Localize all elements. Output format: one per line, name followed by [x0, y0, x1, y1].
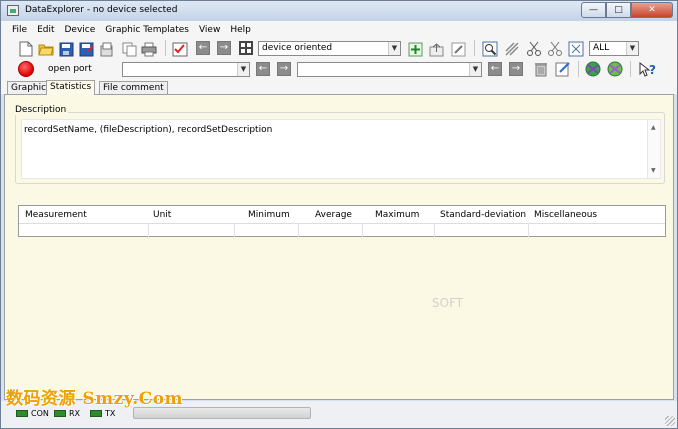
all-combo-value: ALL	[593, 43, 610, 53]
new-file-icon[interactable]	[18, 41, 34, 57]
menu-bar: File Edit Device Graphic Templates View …	[1, 21, 677, 38]
chevron-down-icon: ▼	[469, 63, 481, 76]
minimize-button[interactable]: —	[581, 2, 606, 18]
column-measurement[interactable]: Measurement	[25, 210, 87, 220]
menu-file[interactable]: File	[7, 25, 32, 35]
pan-icon[interactable]	[504, 41, 520, 57]
record-icon[interactable]	[18, 61, 34, 77]
statistics-table: Measurement Unit Minimum Average Maximum…	[18, 205, 666, 237]
column-miscellaneous[interactable]: Miscellaneous	[534, 210, 597, 220]
tx-label: TX	[105, 409, 116, 418]
edit-sheet-icon[interactable]	[555, 61, 571, 77]
tab-file-comment[interactable]: File comment	[99, 81, 168, 94]
device-combo-value: device oriented	[262, 43, 333, 53]
close-button[interactable]: ✕	[631, 2, 673, 18]
arrow-left-icon[interactable]: ←	[256, 62, 270, 76]
zoom-icon[interactable]	[482, 41, 498, 57]
edit-icon[interactable]	[450, 41, 466, 57]
tab-statistics[interactable]: Statistics	[46, 80, 96, 95]
menu-device[interactable]: Device	[60, 25, 101, 35]
column-unit[interactable]: Unit	[153, 210, 171, 220]
arrow-left-icon[interactable]: ←	[488, 62, 502, 76]
open-port-label[interactable]: open port	[48, 64, 92, 74]
watermark-overlay: SOFT	[432, 296, 464, 310]
tx-led-icon	[90, 410, 102, 417]
save-icon[interactable]	[58, 41, 74, 57]
description-scrollbar[interactable]: ▲ ▼	[647, 120, 660, 178]
save-as-icon[interactable]	[78, 41, 94, 57]
record-combo[interactable]: ▼	[297, 62, 482, 77]
globe-icon[interactable]	[585, 61, 601, 77]
help-pointer-icon[interactable]: ?	[638, 61, 658, 77]
table-header: Measurement Unit Minimum Average Maximum…	[19, 206, 665, 224]
chevron-down-icon: ▼	[626, 42, 638, 55]
con-led-icon	[16, 410, 28, 417]
title-bar: DataExplorer - no device selected — □ ✕	[1, 1, 677, 21]
rx-label: RX	[69, 409, 81, 418]
menu-edit[interactable]: Edit	[32, 25, 59, 35]
tab-graphic[interactable]: Graphic	[7, 81, 51, 94]
scroll-down-icon[interactable]: ▼	[651, 167, 656, 174]
fit-icon[interactable]	[568, 41, 584, 57]
main-toolbar: ← → device oriented ▼ ALL ▼	[1, 38, 677, 59]
channel-combo[interactable]: ▼	[122, 62, 250, 77]
rx-led-icon	[54, 410, 66, 417]
print-icon[interactable]	[141, 41, 157, 57]
column-standard-deviation[interactable]: Standard-deviation	[440, 210, 526, 220]
device-combo[interactable]: device oriented ▼	[258, 41, 401, 56]
tab-strip: Graphic Statistics File comment	[1, 80, 677, 95]
device-grid-icon[interactable]	[238, 40, 254, 56]
open-folder-icon[interactable]	[38, 41, 54, 57]
window-controls: — □ ✕	[581, 2, 673, 18]
add-icon[interactable]	[407, 41, 423, 57]
app-window: DataExplorer - no device selected — □ ✕ …	[0, 0, 678, 429]
upload-icon[interactable]	[428, 41, 444, 57]
window-title: DataExplorer - no device selected	[25, 5, 178, 15]
print-preview-icon[interactable]	[99, 41, 115, 57]
port-toolbar: open port ▼ ← → ▼ ← → ?	[1, 59, 677, 80]
globe-off-icon[interactable]	[607, 61, 623, 77]
description-label: Description	[13, 105, 69, 115]
arrow-right-icon[interactable]: →	[509, 62, 523, 76]
statistics-panel: recordSetName, (fileDescription), record…	[4, 94, 674, 400]
cut-icon[interactable]	[526, 41, 542, 57]
cut-alt-icon[interactable]	[547, 41, 563, 57]
svg-text:?: ?	[649, 63, 656, 77]
arrow-right-icon[interactable]: →	[277, 62, 291, 76]
description-group: recordSetName, (fileDescription), record…	[15, 112, 665, 184]
description-textbox[interactable]: recordSetName, (fileDescription), record…	[21, 119, 661, 179]
arrow-right-icon[interactable]: →	[217, 41, 231, 55]
chevron-down-icon: ▼	[237, 63, 249, 76]
app-icon	[7, 5, 19, 16]
menu-graphic-templates[interactable]: Graphic Templates	[100, 25, 194, 35]
tx-indicator: TX	[90, 409, 115, 418]
column-average[interactable]: Average	[315, 210, 352, 220]
column-maximum[interactable]: Maximum	[375, 210, 419, 220]
column-minimum[interactable]: Minimum	[248, 210, 290, 220]
scroll-up-icon[interactable]: ▲	[651, 124, 656, 131]
copy-icon[interactable]	[121, 41, 137, 57]
site-watermark: 数码资源 Smzy.Com	[6, 389, 184, 409]
con-label: CON	[31, 409, 49, 418]
device-select-icon[interactable]	[172, 41, 188, 57]
maximize-button[interactable]: □	[606, 2, 631, 18]
resize-grip-icon[interactable]	[665, 416, 675, 426]
menu-view[interactable]: View	[194, 25, 225, 35]
chevron-down-icon: ▼	[388, 42, 400, 55]
description-text: recordSetName, (fileDescription), record…	[24, 125, 273, 135]
menu-help[interactable]: Help	[225, 25, 256, 35]
all-combo[interactable]: ALL ▼	[589, 41, 639, 56]
trash-icon[interactable]	[533, 61, 549, 77]
con-indicator: CON	[16, 409, 49, 418]
rx-indicator: RX	[54, 409, 80, 418]
arrow-left-icon[interactable]: ←	[196, 41, 210, 55]
